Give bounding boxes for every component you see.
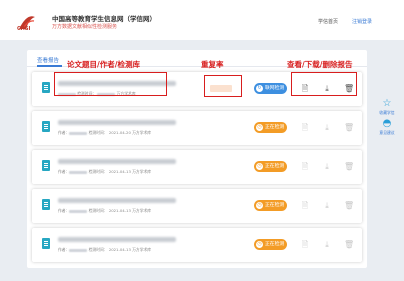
detect-button[interactable]: ↻ 联网检测 bbox=[254, 83, 287, 94]
annotation-actions-column: 查看/下载/删除报告 bbox=[287, 60, 353, 69]
annotation-box-title bbox=[54, 72, 167, 96]
clock-icon: ◷ bbox=[256, 202, 263, 209]
site-header: CHSI 中国高等教育学生信息网（学信网） 万方数据文献相似性检测服务 学信首页… bbox=[0, 0, 404, 40]
sidebar-item-label: 收藏学信 bbox=[379, 110, 395, 115]
database-label: 万方学术库 bbox=[132, 247, 152, 252]
check-date: 2021-04-13 bbox=[108, 208, 131, 213]
author-redacted bbox=[69, 170, 88, 174]
download-icon[interactable]: ⤓ bbox=[322, 162, 332, 172]
annotation-rate-column: 重复率 bbox=[201, 60, 224, 69]
home-link[interactable]: 学信首页 bbox=[318, 18, 338, 25]
report-row: 作者： 检测时间： 2021-04-20 万方学术库 ◷ 正在检测 🗎 ⤓ 🗑 bbox=[32, 111, 362, 145]
database-label: 万方学术库 bbox=[132, 208, 152, 213]
date-label: 检测时间： bbox=[88, 247, 108, 252]
date-label: 检测时间： bbox=[88, 208, 108, 213]
author-label: 作者： bbox=[58, 247, 70, 252]
check-date: 2021-04-20 bbox=[108, 130, 131, 135]
check-date: 2021-04-13 bbox=[108, 247, 131, 252]
detecting-button[interactable]: ◷ 正在检测 bbox=[254, 161, 287, 172]
star-icon: ☆ bbox=[382, 98, 392, 109]
clock-icon: ◷ bbox=[256, 124, 263, 131]
feedback-icon: ◓ bbox=[382, 118, 392, 129]
paper-title-redacted bbox=[58, 159, 176, 164]
document-icon bbox=[42, 160, 50, 171]
author-label: 作者： bbox=[58, 208, 70, 213]
document-icon bbox=[42, 238, 50, 249]
author-label: 作者： bbox=[58, 169, 70, 174]
view-report-icon[interactable]: 🗎 bbox=[300, 240, 310, 250]
date-label: 检测时间： bbox=[88, 130, 108, 135]
author-redacted bbox=[69, 131, 88, 135]
logo-text: CHSI bbox=[17, 26, 31, 32]
logout-link[interactable]: 注销登录 bbox=[352, 18, 372, 25]
clock-icon: ◷ bbox=[256, 163, 263, 170]
site-subtitle: 万方数据文献相似性检测服务 bbox=[52, 24, 118, 30]
paper-meta: 作者： 检测时间： 2021-04-13 万方学术库 bbox=[58, 208, 151, 214]
report-row: 作者： 检测时间： 2021-04-13 万方学术库 ◷ 正在检测 🗎 ⤓ 🗑 bbox=[32, 228, 362, 262]
document-icon bbox=[42, 199, 50, 210]
sidebar-item-favorite[interactable]: ☆ 收藏学信 bbox=[378, 98, 396, 116]
paper-meta: 作者： 检测时间： 2021-04-13 万方学术库 bbox=[58, 169, 151, 175]
trash-icon[interactable]: 🗑 bbox=[344, 123, 354, 133]
report-row: 作者： 检测时间： 2021-04-13 万方学术库 ◷ 正在检测 🗎 ⤓ 🗑 bbox=[32, 189, 362, 223]
annotation-box-rate bbox=[204, 75, 242, 97]
paper-meta: 作者： 检测时间： 2021-04-13 万方学术库 bbox=[58, 247, 151, 253]
trash-icon[interactable]: 🗑 bbox=[344, 201, 354, 211]
date-label: 检测时间： bbox=[88, 169, 108, 174]
detecting-button[interactable]: ◷ 正在检测 bbox=[254, 239, 287, 250]
download-icon[interactable]: ⤓ bbox=[322, 240, 332, 250]
trash-icon[interactable]: 🗑 bbox=[344, 240, 354, 250]
sidebar-item-label: 意见建议 bbox=[379, 130, 395, 135]
database-label: 万方学术库 bbox=[132, 130, 152, 135]
report-panel: 查看报告 论文题目/作者/检测库 重复率 查看/下载/删除报告 检测时间： 万方… bbox=[27, 50, 367, 268]
annotation-title-column: 论文题目/作者/检测库 bbox=[67, 60, 140, 69]
paper-title-redacted bbox=[58, 120, 176, 125]
download-icon[interactable]: ⤓ bbox=[322, 123, 332, 133]
paper-title-redacted bbox=[58, 237, 176, 242]
database-label: 万方学术库 bbox=[132, 169, 152, 174]
clock-icon: ◷ bbox=[256, 241, 263, 248]
paper-meta: 作者： 检测时间： 2021-04-20 万方学术库 bbox=[58, 130, 151, 136]
author-redacted bbox=[69, 248, 88, 252]
tab-view-report[interactable]: 查看报告 bbox=[37, 56, 59, 64]
document-icon bbox=[42, 121, 50, 132]
detecting-button[interactable]: ◷ 正在检测 bbox=[254, 122, 287, 133]
view-report-icon[interactable]: 🗎 bbox=[300, 201, 310, 211]
author-label: 作者： bbox=[58, 130, 70, 135]
view-report-icon[interactable]: 🗎 bbox=[300, 162, 310, 172]
annotation-box-actions bbox=[291, 72, 357, 96]
sidebar-item-feedback[interactable]: ◓ 意见建议 bbox=[378, 118, 396, 136]
refresh-icon: ↻ bbox=[256, 85, 263, 92]
document-icon bbox=[42, 82, 50, 93]
view-report-icon[interactable]: 🗎 bbox=[300, 123, 310, 133]
detecting-button[interactable]: ◷ 正在检测 bbox=[254, 200, 287, 211]
check-date: 2021-04-13 bbox=[108, 169, 131, 174]
download-icon[interactable]: ⤓ bbox=[322, 201, 332, 211]
author-redacted bbox=[69, 209, 88, 213]
trash-icon[interactable]: 🗑 bbox=[344, 162, 354, 172]
paper-title-redacted bbox=[58, 198, 176, 203]
site-title: 中国高等教育学生信息网（学信网） bbox=[52, 15, 156, 23]
report-row: 作者： 检测时间： 2021-04-13 万方学术库 ◷ 正在检测 🗎 ⤓ 🗑 bbox=[32, 150, 362, 184]
tab-active-indicator bbox=[37, 65, 62, 67]
